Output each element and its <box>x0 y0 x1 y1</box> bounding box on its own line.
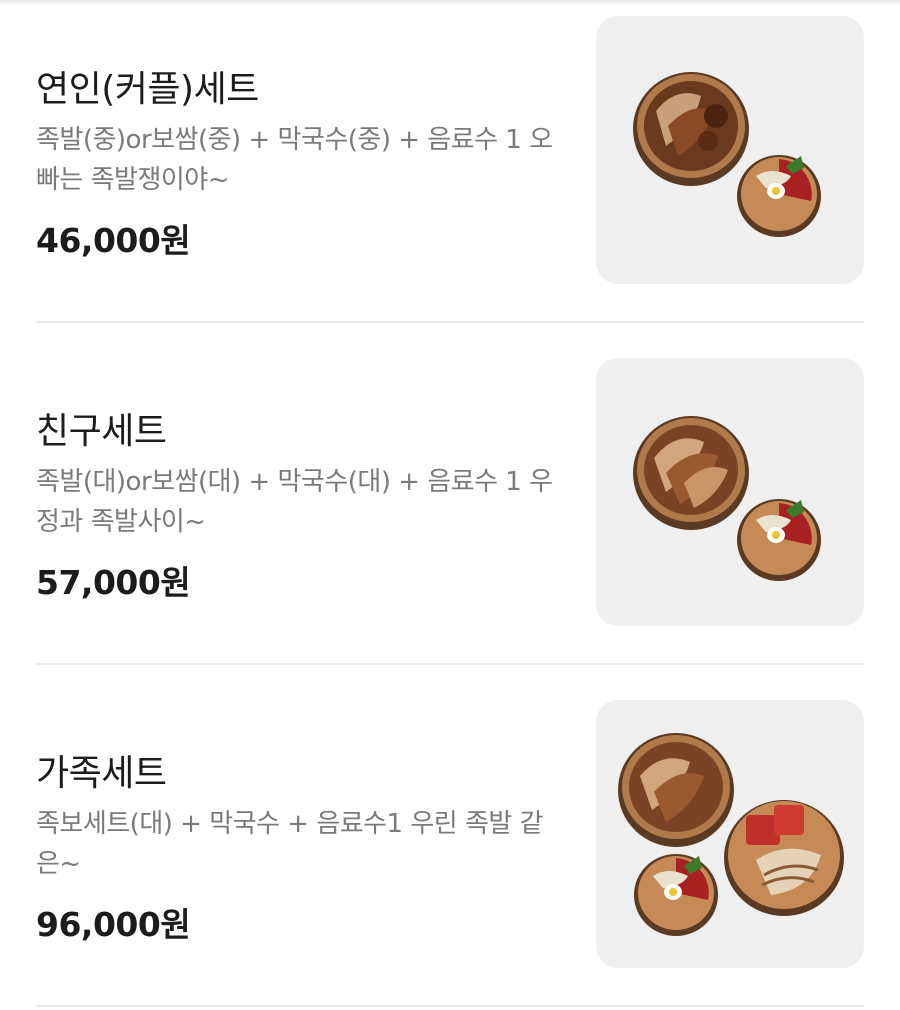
menu-item-thumbnail[interactable] <box>596 358 864 626</box>
item-divider <box>36 663 864 665</box>
item-divider <box>36 321 864 323</box>
jokbal-set-food-image <box>633 416 821 581</box>
menu-item-name: 연인(커플)세트 <box>36 69 259 110</box>
menu-item-description: 족발(대)or보쌈(대) + 막국수(대) + 음료수 1 우정과 족발사이~ <box>36 467 553 537</box>
menu-item-info: 친구세트 족발(대)or보쌈(대) + 막국수(대) + 음료수 1 우정과 족… <box>36 358 566 626</box>
menu-item-description: 족보세트(대) + 막국수 + 음료수1 우린 족발 같은~ <box>36 809 543 879</box>
menu-item-name: 가족세트 <box>36 753 167 794</box>
menu-item-description: 족발(중)or보쌈(중) + 막국수(중) + 음료수 1 오빠는 족발쟁이야~ <box>36 125 553 195</box>
menu-item-thumbnail[interactable] <box>596 700 864 968</box>
menu-item-price: 57,000원 <box>36 563 191 602</box>
jokbo-family-set-food-image <box>618 733 844 936</box>
top-shadow <box>0 0 900 6</box>
menu-item-info: 가족세트 족보세트(대) + 막국수 + 음료수1 우린 족발 같은~ 96,0… <box>36 700 566 968</box>
item-divider <box>36 1005 864 1007</box>
menu-item-name: 친구세트 <box>36 411 167 452</box>
menu-item-price: 46,000원 <box>36 221 191 260</box>
menu-item-info: 연인(커플)세트 족발(중)or보쌈(중) + 막국수(중) + 음료수 1 오… <box>36 16 566 284</box>
menu-item-couple-set[interactable]: 연인(커플)세트 족발(중)or보쌈(중) + 막국수(중) + 음료수 1 오… <box>36 16 864 284</box>
menu-item-price: 96,000원 <box>36 905 191 944</box>
menu-list-page: 연인(커플)세트 족발(중)or보쌈(중) + 막국수(중) + 음료수 1 오… <box>0 0 900 1010</box>
jokbal-set-food-image <box>633 72 821 237</box>
menu-item-thumbnail[interactable] <box>596 16 864 284</box>
menu-item-friend-set[interactable]: 친구세트 족발(대)or보쌈(대) + 막국수(대) + 음료수 1 우정과 족… <box>36 358 864 626</box>
menu-item-family-set[interactable]: 가족세트 족보세트(대) + 막국수 + 음료수1 우린 족발 같은~ 96,0… <box>36 700 864 968</box>
